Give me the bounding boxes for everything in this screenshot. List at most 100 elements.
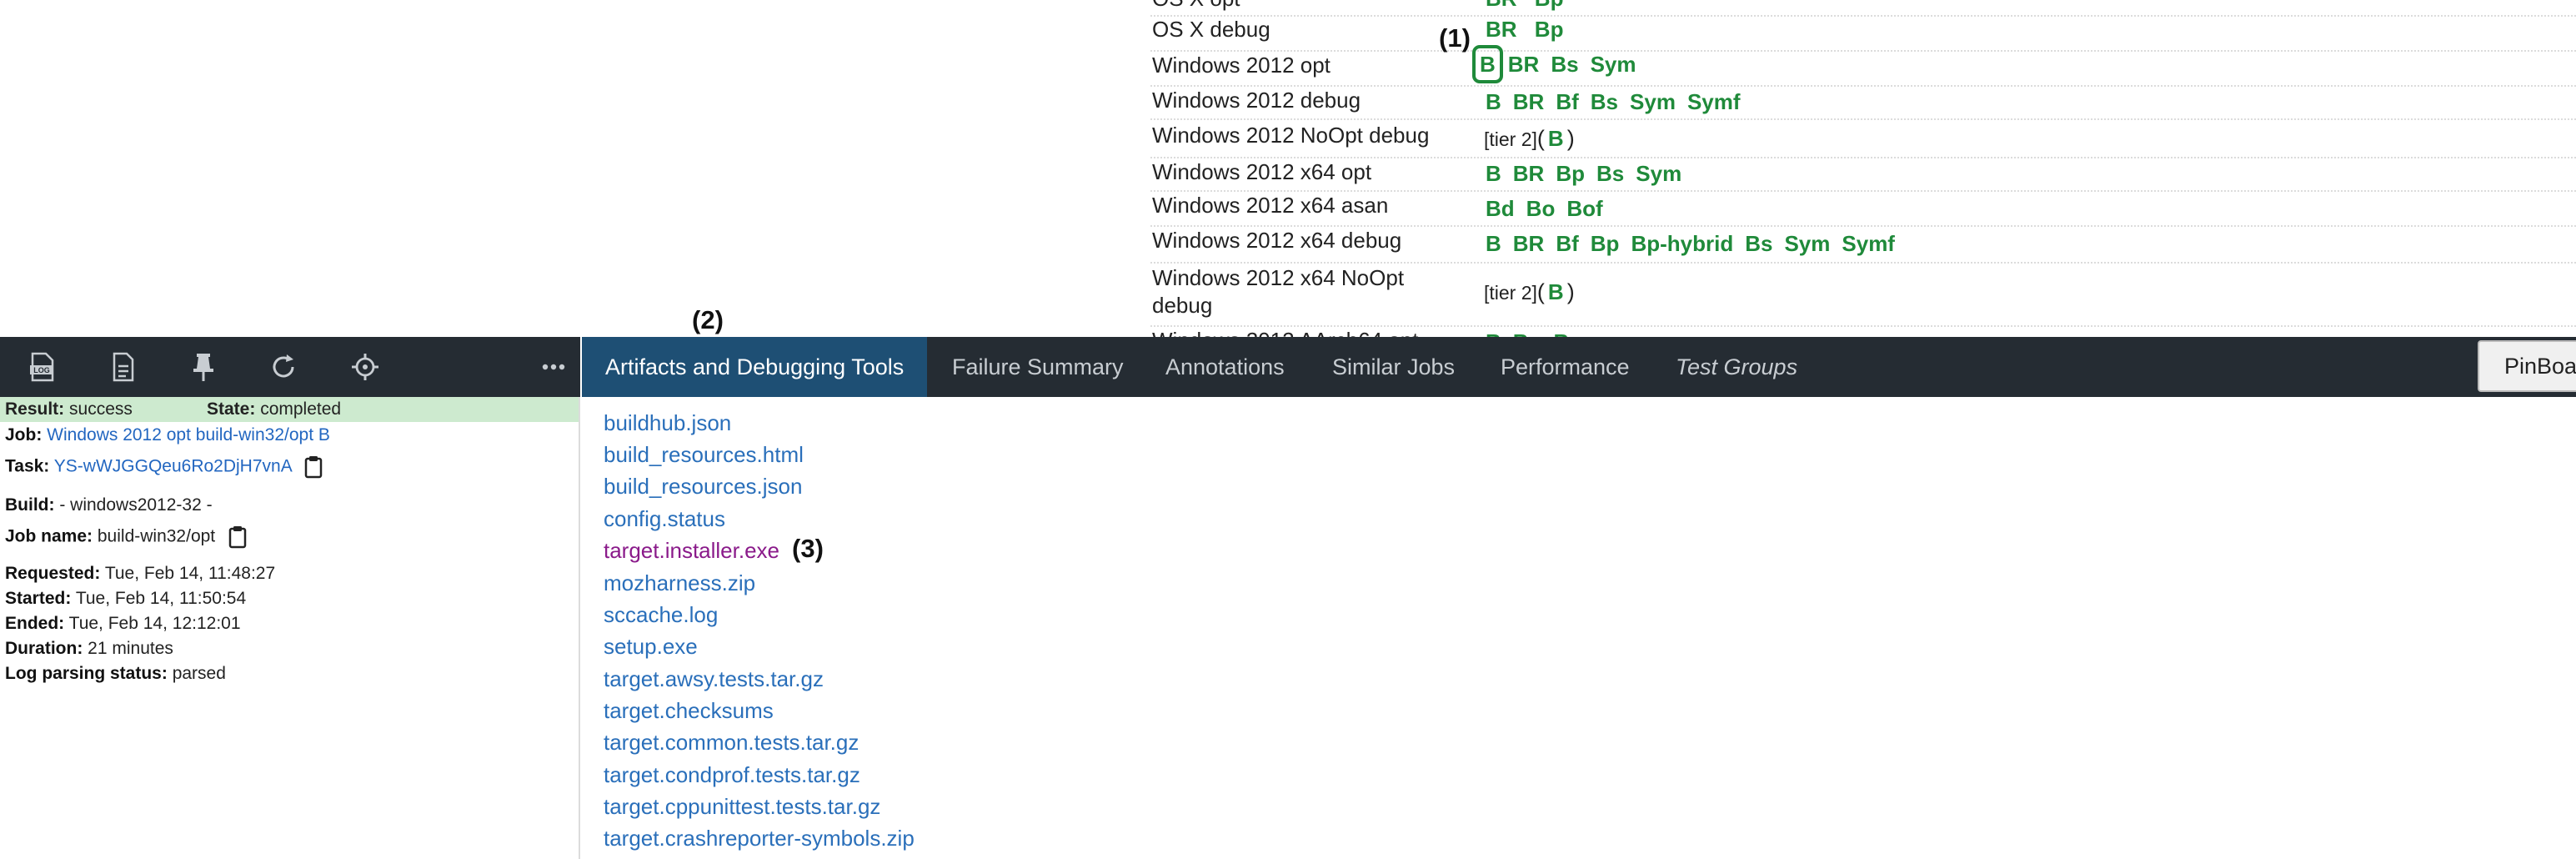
platform-label: Windows 2012 opt [1152,53,1331,78]
duration-value: 21 minutes [88,639,173,658]
platform-label: Windows 2012 AArch64 opt [1152,327,1418,337]
job-button[interactable]: Bof [1566,196,1602,221]
artifact-link[interactable]: target.cppunittest.tests.tar.gz [604,794,880,820]
tab-performance[interactable]: Performance [1501,337,1630,397]
artifact-link[interactable]: target.condprof.tests.tar.gz [604,762,860,788]
job-button[interactable]: Bo [1526,196,1556,221]
callout-1: (1) [1439,23,1471,53]
job-button[interactable]: Bd [1486,196,1515,221]
requested-value: Tue, Feb 14, 11:48:27 [104,564,276,583]
job-button[interactable]: Bp-hybrid [1631,231,1733,256]
document-icon[interactable] [108,352,138,382]
job-button[interactable]: Bp [1535,17,1564,42]
job-button[interactable]: B [1548,279,1564,304]
tab-similar-jobs[interactable]: Similar Jobs [1332,337,1455,397]
job-button[interactable]: Bs [1591,89,1618,114]
job-row: OS X debug BR Bp [1150,16,2576,52]
artifact-link[interactable]: config.status [604,506,725,532]
platform-label: OS X debug [1152,17,1270,42]
job-button[interactable]: Symf [1842,231,1895,256]
result-label: Result: [5,399,65,419]
artifact-link[interactable]: build_resources.html [604,442,804,468]
tab-annotations[interactable]: Annotations [1165,337,1285,397]
artifact-link[interactable]: target.common.tests.tar.gz [604,730,859,756]
artifact-link-visited[interactable]: target.installer.exe [604,538,779,564]
clipboard-icon[interactable] [228,525,247,549]
job-button[interactable]: BR [1486,0,1517,11]
platform-label: Windows 2012 x64 asan [1152,193,1389,218]
job-button[interactable]: Bf [1556,231,1578,256]
tab-test-groups[interactable]: Test Groups [1676,337,1797,397]
selected-job-button[interactable]: B [1472,45,1503,83]
artifact-link[interactable]: build_resources.json [604,474,802,500]
job-button[interactable]: BR [1486,17,1517,42]
platform-label: OS X opt [1152,0,1240,13]
job-button[interactable]: Sym [1630,89,1676,114]
job-button[interactable]: B [1486,329,1501,337]
job-button[interactable]: B [1486,231,1501,256]
job-label: Job: [5,425,43,445]
tab-artifacts[interactable]: Artifacts and Debugging Tools [582,337,928,397]
svg-text:LOG: LOG [33,366,50,374]
more-icon[interactable] [539,352,569,382]
refresh-icon[interactable] [268,352,298,382]
callout-3: (3) [792,534,824,563]
log-parsing-value: parsed [172,664,226,683]
job-button[interactable]: BR [1513,161,1545,186]
job-button[interactable]: Bp [1513,329,1542,337]
job-row: Windows 2012 opt B BR Bs Sym [1150,45,2576,87]
job-button[interactable]: Bs [1745,231,1772,256]
job-button[interactable]: Bp [1535,0,1564,11]
job-button[interactable]: BR [1513,231,1545,256]
job-row: Windows 2012 x64 debug B BR Bf Bp Bp-hybrid B… [1150,225,2576,264]
job-link[interactable]: Windows 2012 opt build-win32/opt B [47,425,330,445]
job-row: OS X opt BR Bp [1150,0,2576,17]
job-button[interactable]: B [1486,89,1501,114]
ended-value: Tue, Feb 14, 12:12:01 [68,614,241,633]
artifact-link[interactable]: setup.exe [604,634,698,660]
job-button[interactable]: BR [1508,52,1540,77]
job-row: Windows 2012 x64 asan Bd Bo Bof [1150,190,2576,227]
platform-label: Windows 2012 debug [1152,88,1361,113]
state-value: completed [260,399,342,419]
job-button[interactable]: Sym [1784,231,1830,256]
callout-2: (2) [692,305,724,334]
job-button[interactable]: BR [1513,89,1545,114]
job-button[interactable]: Bs [1551,52,1578,77]
artifact-link[interactable]: sccache.log [604,602,718,628]
job-button[interactable]: Sym [1636,161,1681,186]
job-button[interactable]: Sym [1591,52,1636,77]
duration-label: Duration: [5,639,83,658]
result-status-bar: Result: success State: completed [0,397,579,422]
target-icon[interactable] [350,352,380,382]
requested-label: Requested: [5,564,101,583]
job-summary: Result: success State: completed Job: Wi… [0,397,580,859]
pinboard-button[interactable]: PinBoard [2478,340,2576,392]
artifact-link[interactable]: target.checksums [604,698,774,724]
tab-failure-summary[interactable]: Failure Summary [952,337,1124,397]
job-button[interactable]: B [1486,161,1501,186]
artifact-link[interactable]: target.crashreporter-symbols.zip [604,826,915,851]
job-button[interactable]: Symf [1687,89,1741,114]
job-button[interactable]: Bf [1556,89,1578,114]
job-button[interactable]: Bs [1553,329,1581,337]
job-button[interactable]: B [1548,126,1564,151]
artifact-link[interactable]: buildhub.json [604,410,731,436]
job-row: Windows 2012 NoOpt debug [tier 2](B) [1150,118,2576,158]
tier-label: [tier 2] [1484,128,1537,150]
state-label: State: [207,399,256,419]
clipboard-icon[interactable] [304,455,323,479]
job-button[interactable]: Bp [1556,161,1585,186]
jobname-label: Job name: [5,526,93,546]
job-button[interactable]: Bp [1591,231,1620,256]
platform-label: Windows 2012 NoOpt debug [1152,123,1430,148]
log-icon[interactable]: LOG [27,352,57,382]
details-tabs: Artifacts and Debugging Tools Failure Su… [582,337,2576,397]
result-value: success [69,399,133,419]
pin-icon[interactable] [188,352,218,382]
artifact-link[interactable]: target.awsy.tests.tar.gz [604,666,824,692]
job-row: Windows 2012 x64 opt B BR Bp Bs Sym [1150,157,2576,192]
job-button[interactable]: Bs [1596,161,1624,186]
artifact-link[interactable]: mozharness.zip [604,570,755,596]
task-link[interactable]: YS-wWJGGQeu6Ro2DjH7vnA [54,457,292,476]
